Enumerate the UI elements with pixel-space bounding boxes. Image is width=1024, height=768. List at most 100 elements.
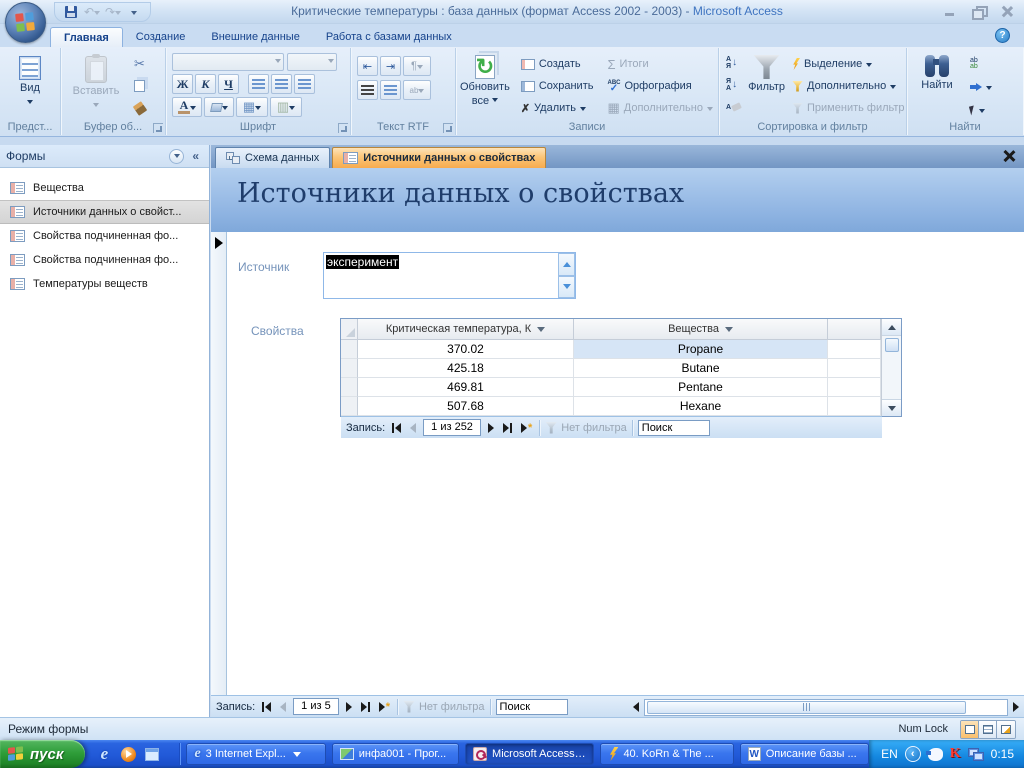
- scrollbar-track[interactable]: [644, 698, 1008, 716]
- new-record-button[interactable]: *: [519, 420, 534, 436]
- bold-button[interactable]: Ж: [172, 74, 193, 94]
- last-record-button[interactable]: [359, 699, 372, 715]
- bullet-list-button[interactable]: [380, 80, 401, 100]
- source-scroll-up-button[interactable]: [558, 253, 575, 276]
- filter-indicator[interactable]: Нет фильтра: [402, 700, 485, 713]
- sidebar-item-svoystva-1[interactable]: Свойства подчиненная фо...: [0, 224, 209, 248]
- cell-temp[interactable]: 370.02: [358, 340, 574, 359]
- ribbon-tab-external-data[interactable]: Внешние данные: [198, 27, 312, 47]
- office-button[interactable]: [5, 2, 46, 43]
- cut-button[interactable]: ✂: [129, 54, 150, 74]
- paste-button[interactable]: Вставить: [69, 52, 123, 118]
- scroll-right-button[interactable]: [1011, 699, 1021, 715]
- align-left-button[interactable]: [248, 74, 269, 94]
- source-textbox[interactable]: эксперимент: [323, 252, 576, 299]
- cell-substance[interactable]: Propane: [574, 340, 828, 359]
- advanced-filter-button[interactable]: Дополнительно: [789, 76, 908, 96]
- decrease-indent-button[interactable]: ⇤: [357, 56, 378, 76]
- last-record-button[interactable]: [501, 420, 514, 436]
- italic-button[interactable]: К: [195, 74, 216, 94]
- save-record-button[interactable]: Сохранить: [518, 76, 597, 96]
- previous-record-button[interactable]: [408, 420, 418, 436]
- increase-indent-button[interactable]: ⇥: [380, 56, 401, 76]
- goto-button[interactable]: [967, 77, 995, 97]
- cell-temp[interactable]: 507.68: [358, 397, 574, 416]
- ribbon-tab-home[interactable]: Главная: [50, 27, 123, 47]
- cell-temp[interactable]: 425.18: [358, 359, 574, 378]
- row-selector[interactable]: [341, 359, 358, 378]
- new-record-button[interactable]: Создать: [518, 54, 597, 74]
- rtf-dialog-launcher[interactable]: [443, 123, 453, 133]
- fill-color-button[interactable]: [204, 97, 234, 117]
- source-scroll-down-button[interactable]: [558, 275, 575, 298]
- font-color-button[interactable]: А: [172, 97, 202, 117]
- taskbar-button-winamp[interactable]: 40. KoRn & The ...: [600, 743, 734, 765]
- qat-customize-button[interactable]: [126, 4, 142, 20]
- taskbar-button-infa001[interactable]: инфа001 - Прог...: [331, 743, 460, 765]
- datasheet-select-all[interactable]: [341, 319, 358, 340]
- start-button[interactable]: пуск: [0, 740, 86, 768]
- highlight-button[interactable]: ab: [403, 80, 431, 100]
- filter-indicator[interactable]: Нет фильтра: [545, 421, 627, 434]
- scroll-thumb[interactable]: [884, 338, 899, 352]
- navigation-pane-header[interactable]: Формы «: [0, 145, 209, 168]
- layout-view-button[interactable]: [997, 720, 1015, 738]
- shutter-close-button[interactable]: «: [192, 149, 199, 163]
- first-record-button[interactable]: [390, 420, 403, 436]
- cell-substance[interactable]: Hexane: [574, 397, 828, 416]
- replace-button[interactable]: ab ab: [967, 54, 995, 74]
- quick-launch-desktop[interactable]: [143, 745, 161, 763]
- row-selector[interactable]: [341, 378, 358, 397]
- first-record-button[interactable]: [260, 699, 273, 715]
- toggle-filter-button[interactable]: Применить фильтр: [789, 98, 908, 118]
- alt-fill-button[interactable]: ▥: [270, 97, 302, 117]
- tray-icon-1[interactable]: [925, 747, 943, 761]
- numbered-list-button[interactable]: [357, 80, 378, 100]
- view-button[interactable]: Вид: [5, 52, 55, 107]
- navigation-pane-menu-button[interactable]: [169, 148, 185, 164]
- previous-record-button[interactable]: [278, 699, 288, 715]
- column-header-substance[interactable]: Вещества: [574, 319, 828, 340]
- taskbar-button-access[interactable]: Microsoft Access ...: [465, 743, 595, 765]
- ribbon-tab-database-tools[interactable]: Работа с базами данных: [313, 27, 465, 47]
- align-right-button[interactable]: [294, 74, 315, 94]
- scroll-left-button[interactable]: [631, 699, 641, 715]
- quick-launch-ie[interactable]: e: [95, 744, 113, 763]
- language-indicator[interactable]: EN: [881, 747, 898, 761]
- totals-button[interactable]: Σ Итоги: [604, 54, 715, 74]
- gridlines-button[interactable]: ▦: [236, 97, 268, 117]
- kaspersky-icon[interactable]: K: [950, 746, 961, 762]
- column-header-empty[interactable]: [828, 319, 881, 340]
- font-name-combo[interactable]: [172, 53, 284, 71]
- more-records-button[interactable]: ▦ Дополнительно: [604, 98, 715, 118]
- column-header-temperature[interactable]: Критическая температура, К: [358, 319, 574, 340]
- taskbar-button-ie-group[interactable]: e 3 Internet Expl...: [186, 743, 326, 765]
- save-button[interactable]: [63, 4, 79, 20]
- row-selector[interactable]: [341, 340, 358, 359]
- record-search-input[interactable]: [637, 419, 710, 436]
- cell-temp[interactable]: 469.81: [358, 378, 574, 397]
- font-size-combo[interactable]: [287, 53, 337, 71]
- cell-substance[interactable]: Butane: [574, 359, 828, 378]
- delete-record-button[interactable]: ✗ Удалить: [518, 98, 597, 118]
- taskbar-button-word-doc[interactable]: W Описание базы ...: [739, 743, 870, 765]
- clipboard-dialog-launcher[interactable]: [153, 123, 163, 133]
- selection-filter-button[interactable]: Выделение: [789, 54, 908, 74]
- next-record-button[interactable]: [486, 420, 496, 436]
- cell-substance[interactable]: Pentane: [574, 378, 828, 397]
- doc-tab-sources[interactable]: Источники данных о свойствах: [332, 147, 547, 168]
- scroll-up-button[interactable]: [882, 319, 901, 336]
- help-button[interactable]: ?: [995, 28, 1010, 43]
- sidebar-item-svoystva-2[interactable]: Свойства подчиненная фо...: [0, 248, 209, 272]
- row-selector[interactable]: [341, 397, 358, 416]
- cell-empty[interactable]: [828, 397, 881, 416]
- datasheet-vscrollbar[interactable]: [881, 319, 901, 416]
- redo-button[interactable]: ↷: [105, 4, 122, 20]
- sidebar-item-temperatury[interactable]: Температуры веществ: [0, 272, 209, 296]
- network-icon[interactable]: [967, 747, 984, 761]
- paragraph-marks-button[interactable]: ¶: [403, 56, 431, 76]
- spelling-button[interactable]: ABC ✓ Орфография: [604, 76, 715, 96]
- underline-button[interactable]: Ч: [218, 74, 239, 94]
- sort-ascending-button[interactable]: А Я ↓: [723, 53, 744, 73]
- filter-button[interactable]: Фильтр: [748, 51, 785, 118]
